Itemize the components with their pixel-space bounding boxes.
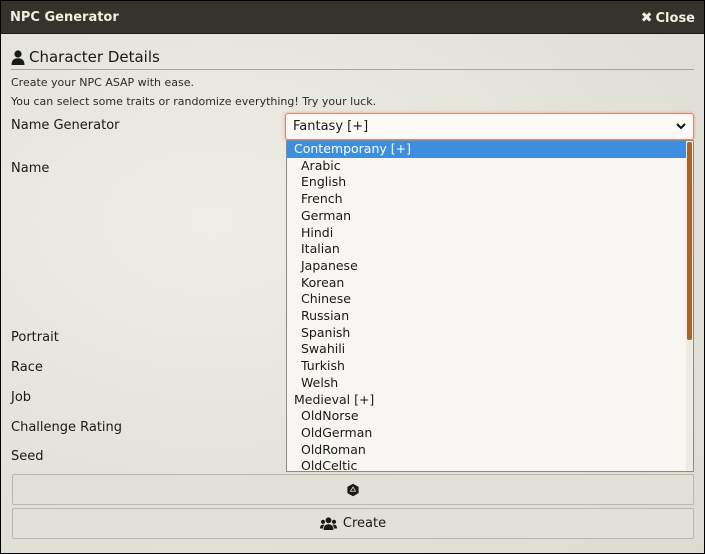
option-item[interactable]: Hindi (287, 225, 687, 242)
select-value: Fantasy [+] (293, 119, 369, 134)
option-item[interactable]: OldGerman (287, 425, 687, 442)
name-label: Name (11, 161, 50, 176)
option-item[interactable]: Russian (287, 308, 687, 325)
option-item[interactable]: French (287, 191, 687, 208)
dialog-titlebar[interactable]: NPC Generator ✖ Close (1, 1, 704, 34)
scrollbar-thumb[interactable] (687, 142, 692, 340)
chevron-down-icon (676, 123, 686, 130)
option-item[interactable]: Turkish (287, 358, 687, 375)
close-icon: ✖ (640, 10, 653, 26)
job-label: Job (11, 390, 32, 405)
challenge-rating-label: Challenge Rating (11, 420, 123, 435)
option-group[interactable]: Medieval [+] (287, 392, 687, 409)
option-item[interactable]: Chinese (287, 291, 687, 308)
create-button[interactable]: Create (12, 508, 694, 539)
option-item[interactable]: Welsh (287, 375, 687, 392)
option-item[interactable]: Italian (287, 241, 687, 258)
option-item[interactable]: Arabic (287, 158, 687, 175)
create-label: Create (342, 516, 387, 531)
section-header: Character Details (11, 45, 694, 70)
user-icon (11, 49, 25, 65)
users-icon (319, 517, 337, 530)
option-item[interactable]: OldRoman (287, 442, 687, 459)
option-group[interactable]: Contemporany [+] (287, 141, 687, 158)
option-item[interactable]: English (287, 174, 687, 191)
dice-icon (347, 483, 359, 496)
option-item[interactable]: Japanese (287, 258, 687, 275)
randomize-button[interactable] (12, 474, 694, 505)
section-title: Character Details (29, 48, 160, 66)
name-generator-label: Name Generator (11, 118, 120, 133)
close-label: Close (655, 10, 695, 26)
seed-label: Seed (11, 449, 44, 464)
close-button[interactable]: ✖ Close (641, 10, 695, 26)
name-generator-select[interactable]: Fantasy [+] (285, 113, 694, 140)
option-item[interactable]: OldNorse (287, 408, 687, 425)
option-item[interactable]: Spanish (287, 325, 687, 342)
portrait-label: Portrait (11, 330, 59, 345)
dialog-title: NPC Generator (10, 10, 119, 25)
hint-text: You can select some traits or randomize … (11, 95, 377, 108)
dropdown-scrollbar[interactable] (686, 141, 693, 471)
option-item[interactable]: Korean (287, 275, 687, 292)
option-item[interactable]: OldCeltic (287, 458, 687, 471)
hint-text: Create your NPC ASAP with ease. (11, 76, 195, 89)
npc-generator-dialog: NPC Generator ✖ Close Character Details … (0, 0, 705, 554)
option-item[interactable]: German (287, 208, 687, 225)
race-label: Race (11, 360, 43, 375)
name-generator-options[interactable]: Contemporany [+] Arabic English French G… (286, 140, 694, 472)
option-item[interactable]: Swahili (287, 341, 687, 358)
